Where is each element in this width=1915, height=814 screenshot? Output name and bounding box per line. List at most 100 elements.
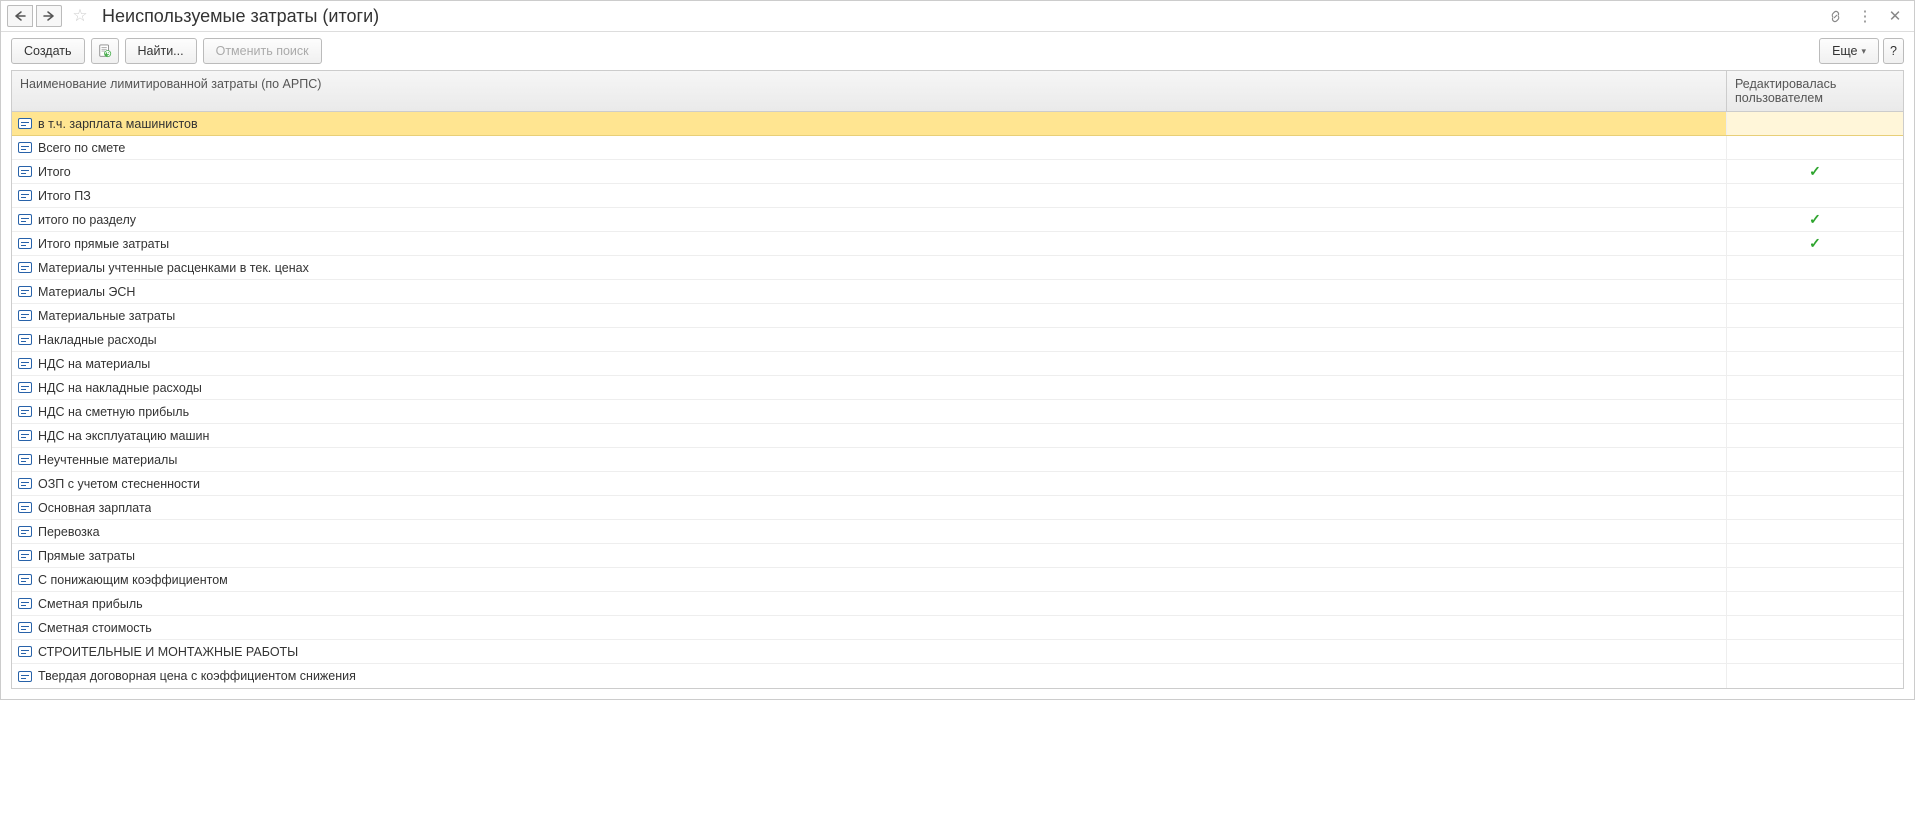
- row-label: Итого прямые затраты: [38, 237, 169, 251]
- table-row[interactable]: С понижающим коэффициентом: [12, 568, 1903, 592]
- item-icon: [18, 598, 32, 609]
- row-label: Итого ПЗ: [38, 189, 91, 203]
- cell-edited: [1727, 664, 1903, 688]
- row-label: Сметная прибыль: [38, 597, 143, 611]
- table-row[interactable]: Твердая договорная цена с коэффициентом …: [12, 664, 1903, 688]
- more-button[interactable]: Еще ▾: [1819, 38, 1879, 64]
- table-row[interactable]: Основная зарплата: [12, 496, 1903, 520]
- table-row[interactable]: СТРОИТЕЛЬНЫЕ И МОНТАЖНЫЕ РАБОТЫ: [12, 640, 1903, 664]
- page-title: Неиспользуемые затраты (итоги): [98, 6, 1822, 27]
- row-label: Всего по смете: [38, 141, 125, 155]
- item-icon: [18, 190, 32, 201]
- kebab-menu-icon[interactable]: ⋮: [1856, 7, 1874, 25]
- item-icon: [18, 526, 32, 537]
- cell-edited: ✓: [1727, 208, 1903, 231]
- row-label: Сметная стоимость: [38, 621, 152, 635]
- table-row[interactable]: Итого прямые затраты ✓: [12, 232, 1903, 256]
- row-label: НДС на материалы: [38, 357, 150, 371]
- cell-name: Накладные расходы: [12, 328, 1727, 351]
- table-row[interactable]: НДС на сметную прибыль: [12, 400, 1903, 424]
- table-row[interactable]: Материалы ЭСН: [12, 280, 1903, 304]
- back-button[interactable]: [7, 5, 33, 27]
- cell-edited: [1727, 520, 1903, 543]
- cell-name: Материалы учтенные расценками в тек. цен…: [12, 256, 1727, 279]
- cell-name: Неучтенные материалы: [12, 448, 1727, 471]
- close-icon[interactable]: ✕: [1886, 7, 1904, 25]
- item-icon: [18, 358, 32, 369]
- cell-name: ОЗП с учетом стесненности: [12, 472, 1727, 495]
- table-row[interactable]: Перевозка: [12, 520, 1903, 544]
- item-icon: [18, 574, 32, 585]
- cell-name: итого по разделу: [12, 208, 1727, 231]
- check-icon: ✓: [1809, 235, 1821, 252]
- item-icon: [18, 406, 32, 417]
- cell-edited: [1727, 568, 1903, 591]
- table-row[interactable]: Прямые затраты: [12, 544, 1903, 568]
- table-row[interactable]: Сметная прибыль: [12, 592, 1903, 616]
- item-icon: [18, 166, 32, 177]
- column-header-name[interactable]: Наименование лимитированной затраты (по …: [12, 71, 1727, 111]
- window: ☆ Неиспользуемые затраты (итоги) ⋮ ✕ Соз…: [0, 0, 1915, 700]
- cell-edited: [1727, 376, 1903, 399]
- item-icon: [18, 430, 32, 441]
- item-icon: [18, 238, 32, 249]
- table-row[interactable]: Материальные затраты: [12, 304, 1903, 328]
- table-row[interactable]: Неучтенные материалы: [12, 448, 1903, 472]
- cell-name: Итого: [12, 160, 1727, 183]
- row-label: Перевозка: [38, 525, 100, 539]
- row-label: Твердая договорная цена с коэффициентом …: [38, 669, 356, 683]
- link-icon[interactable]: [1826, 7, 1844, 25]
- cell-edited: [1727, 352, 1903, 375]
- row-label: Накладные расходы: [38, 333, 157, 347]
- create-button[interactable]: Создать: [11, 38, 85, 64]
- toolbar-right: Еще ▾ ?: [1819, 38, 1904, 64]
- table-row[interactable]: Материалы учтенные расценками в тек. цен…: [12, 256, 1903, 280]
- item-icon: [18, 454, 32, 465]
- find-button[interactable]: Найти...: [125, 38, 197, 64]
- cell-edited: [1727, 448, 1903, 471]
- title-right: ⋮ ✕: [1826, 7, 1908, 25]
- column-header-edited[interactable]: Редактировалась пользователем: [1727, 71, 1903, 111]
- cell-edited: [1727, 184, 1903, 207]
- row-label: НДС на сметную прибыль: [38, 405, 189, 419]
- item-icon: [18, 310, 32, 321]
- table: Наименование лимитированной затраты (по …: [11, 70, 1904, 689]
- table-row[interactable]: итого по разделу ✓: [12, 208, 1903, 232]
- item-icon: [18, 646, 32, 657]
- cell-edited: [1727, 328, 1903, 351]
- cell-name: Материальные затраты: [12, 304, 1727, 327]
- table-row[interactable]: НДС на эксплуатацию машин: [12, 424, 1903, 448]
- toolbar: Создать Найти... Отменить поиск Еще ▾ ?: [1, 32, 1914, 70]
- row-label: Материальные затраты: [38, 309, 175, 323]
- cell-edited: [1727, 136, 1903, 159]
- favorite-icon[interactable]: ☆: [70, 6, 90, 26]
- row-label: Материалы ЭСН: [38, 285, 135, 299]
- table-row[interactable]: Всего по смете: [12, 136, 1903, 160]
- table-row[interactable]: НДС на накладные расходы: [12, 376, 1903, 400]
- table-row[interactable]: Итого ✓: [12, 160, 1903, 184]
- table-row[interactable]: в т.ч. зарплата машинистов: [12, 112, 1903, 136]
- cell-name: СТРОИТЕЛЬНЫЕ И МОНТАЖНЫЕ РАБОТЫ: [12, 640, 1727, 663]
- row-label: С понижающим коэффициентом: [38, 573, 228, 587]
- row-label: итого по разделу: [38, 213, 136, 227]
- cell-name: в т.ч. зарплата машинистов: [12, 112, 1727, 135]
- cell-name: Прямые затраты: [12, 544, 1727, 567]
- cancel-search-button[interactable]: Отменить поиск: [203, 38, 322, 64]
- table-row[interactable]: Итого ПЗ: [12, 184, 1903, 208]
- more-button-label: Еще: [1832, 44, 1857, 58]
- item-icon: [18, 550, 32, 561]
- table-row[interactable]: Сметная стоимость: [12, 616, 1903, 640]
- table-row[interactable]: Накладные расходы: [12, 328, 1903, 352]
- table-row[interactable]: ОЗП с учетом стесненности: [12, 472, 1903, 496]
- help-button[interactable]: ?: [1883, 38, 1904, 64]
- row-label: Прямые затраты: [38, 549, 135, 563]
- check-icon: ✓: [1809, 163, 1821, 180]
- cell-edited: [1727, 112, 1903, 135]
- item-icon: [18, 502, 32, 513]
- refresh-button[interactable]: [91, 38, 119, 64]
- cell-name: НДС на материалы: [12, 352, 1727, 375]
- item-icon: [18, 118, 32, 129]
- item-icon: [18, 142, 32, 153]
- forward-button[interactable]: [36, 5, 62, 27]
- table-row[interactable]: НДС на материалы: [12, 352, 1903, 376]
